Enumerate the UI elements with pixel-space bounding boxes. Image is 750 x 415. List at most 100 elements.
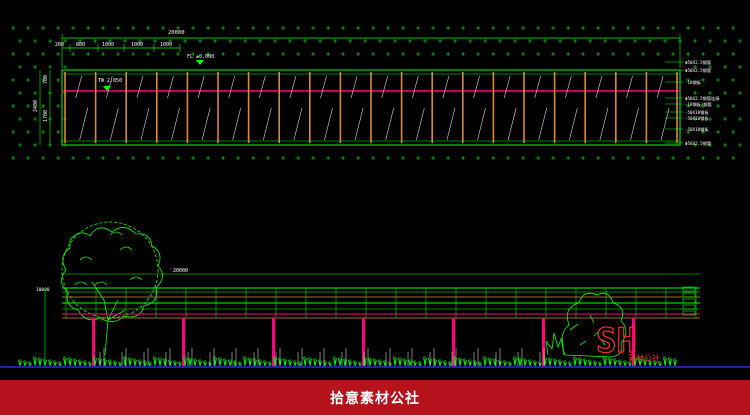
hatch-mark <box>26 26 31 30</box>
hatch-mark <box>581 156 586 160</box>
hatch-mark <box>641 156 646 160</box>
hatch-mark <box>506 156 511 160</box>
hatch-mark <box>506 26 511 30</box>
hatch-mark <box>446 156 451 160</box>
hatch-mark <box>611 26 616 30</box>
hatch-mark <box>731 104 736 108</box>
grass-tuft <box>528 359 532 367</box>
glass-line <box>110 107 119 141</box>
hatch-mark <box>446 52 451 56</box>
hatch-mark <box>146 52 151 56</box>
grass-tuft <box>263 360 267 367</box>
annotation-text: Φ50X2.5钢管 <box>685 59 711 66</box>
ground-mark <box>209 348 215 366</box>
hatch-mark <box>18 143 23 147</box>
hatch-mark <box>596 52 601 56</box>
hatch-mark <box>296 52 301 56</box>
hatch-mark <box>41 26 46 30</box>
hatch-mark <box>41 104 46 108</box>
grass-tuft <box>283 358 287 367</box>
grass-tuft <box>198 359 202 367</box>
height-dim-3: 700 <box>43 75 49 84</box>
hatch-mark <box>558 39 563 43</box>
glass-line <box>446 107 456 141</box>
seg-dim-5: 1000 <box>160 42 172 48</box>
hatch-mark <box>701 156 706 160</box>
grass-tuft <box>68 357 72 367</box>
hatch-mark <box>206 156 211 160</box>
hatch-mark <box>536 156 541 160</box>
hatch-mark <box>176 156 181 160</box>
glass-line <box>565 75 572 99</box>
grass-tuft <box>553 358 557 367</box>
hatch-mark <box>86 156 91 160</box>
hatch-mark <box>33 91 38 95</box>
annotation-text: -50X10钢板 <box>685 115 709 122</box>
hatch-mark <box>18 65 23 69</box>
glass-line <box>136 75 144 99</box>
hatch-mark <box>56 78 61 82</box>
grass-tuft <box>548 357 552 367</box>
glass-line <box>79 107 89 141</box>
hatch-mark <box>363 39 368 43</box>
hatch-mark <box>116 26 121 30</box>
hatch-mark <box>738 117 743 121</box>
grass-tuft <box>523 358 527 367</box>
grass-tuft <box>518 357 522 367</box>
grass-tuft <box>568 361 572 367</box>
hatch-mark <box>461 156 466 160</box>
hatch-mark <box>528 39 533 43</box>
grass-tuft <box>418 361 422 367</box>
hatch-mark <box>386 52 391 56</box>
hatch-mark <box>41 52 46 56</box>
glass-line <box>263 107 272 141</box>
hatch-mark <box>536 26 541 30</box>
hatch-mark <box>431 156 436 160</box>
glass-line <box>197 75 205 99</box>
grass-tuft <box>338 357 342 367</box>
hatch-mark <box>356 52 361 56</box>
hatch-mark <box>738 91 743 95</box>
hatch-mark <box>101 156 106 160</box>
hatch-mark <box>11 52 16 56</box>
hatch-mark <box>393 39 398 43</box>
grass-tuft <box>438 359 442 367</box>
hatch-mark <box>63 65 68 69</box>
hatch-mark <box>476 52 481 56</box>
annotations: Φ50X2.5钢管Φ50X2.5钢管-10钢板Φ50X2.5钢管连接-10钢板/… <box>665 59 720 147</box>
hatch-mark <box>378 39 383 43</box>
hatch-mark <box>536 52 541 56</box>
tw-level-label: TW 2.050 <box>98 78 122 84</box>
grass-tuft <box>148 361 152 367</box>
hatch-mark <box>446 26 451 30</box>
hatch-mark <box>731 130 736 134</box>
hatch-mark <box>551 156 556 160</box>
grass-tuft <box>508 361 512 367</box>
glass-line <box>228 75 235 99</box>
hatch-mark <box>708 117 713 121</box>
elevation-view: 20000 200 800 1000 1000 1000 FL ±0.000 2… <box>33 30 720 147</box>
hatch-mark <box>341 52 346 56</box>
hatch-mark <box>656 26 661 30</box>
seg-dim-2: 800 <box>76 42 85 48</box>
grass-tuft <box>73 358 77 367</box>
grass-tuft <box>398 357 402 367</box>
hatch-mark <box>461 52 466 56</box>
grass-tuft <box>443 360 447 367</box>
hatch-mark <box>686 26 691 30</box>
hatch-mark <box>581 52 586 56</box>
hatch-mark <box>71 52 76 56</box>
hatch-mark <box>716 156 721 160</box>
grass-tuft <box>293 360 297 367</box>
hatch-mark <box>723 65 728 69</box>
grass-tuft <box>478 361 482 367</box>
height-dim-1: 2400 <box>33 100 39 112</box>
grass-tuft <box>488 357 492 367</box>
grass-tuft <box>153 356 157 367</box>
hatch-mark <box>611 156 616 160</box>
hatch-mark <box>243 39 248 43</box>
grass-tuft <box>43 358 47 367</box>
grass-tuft <box>113 360 117 367</box>
hatch-mark <box>48 65 53 69</box>
ground-grass <box>18 348 677 367</box>
